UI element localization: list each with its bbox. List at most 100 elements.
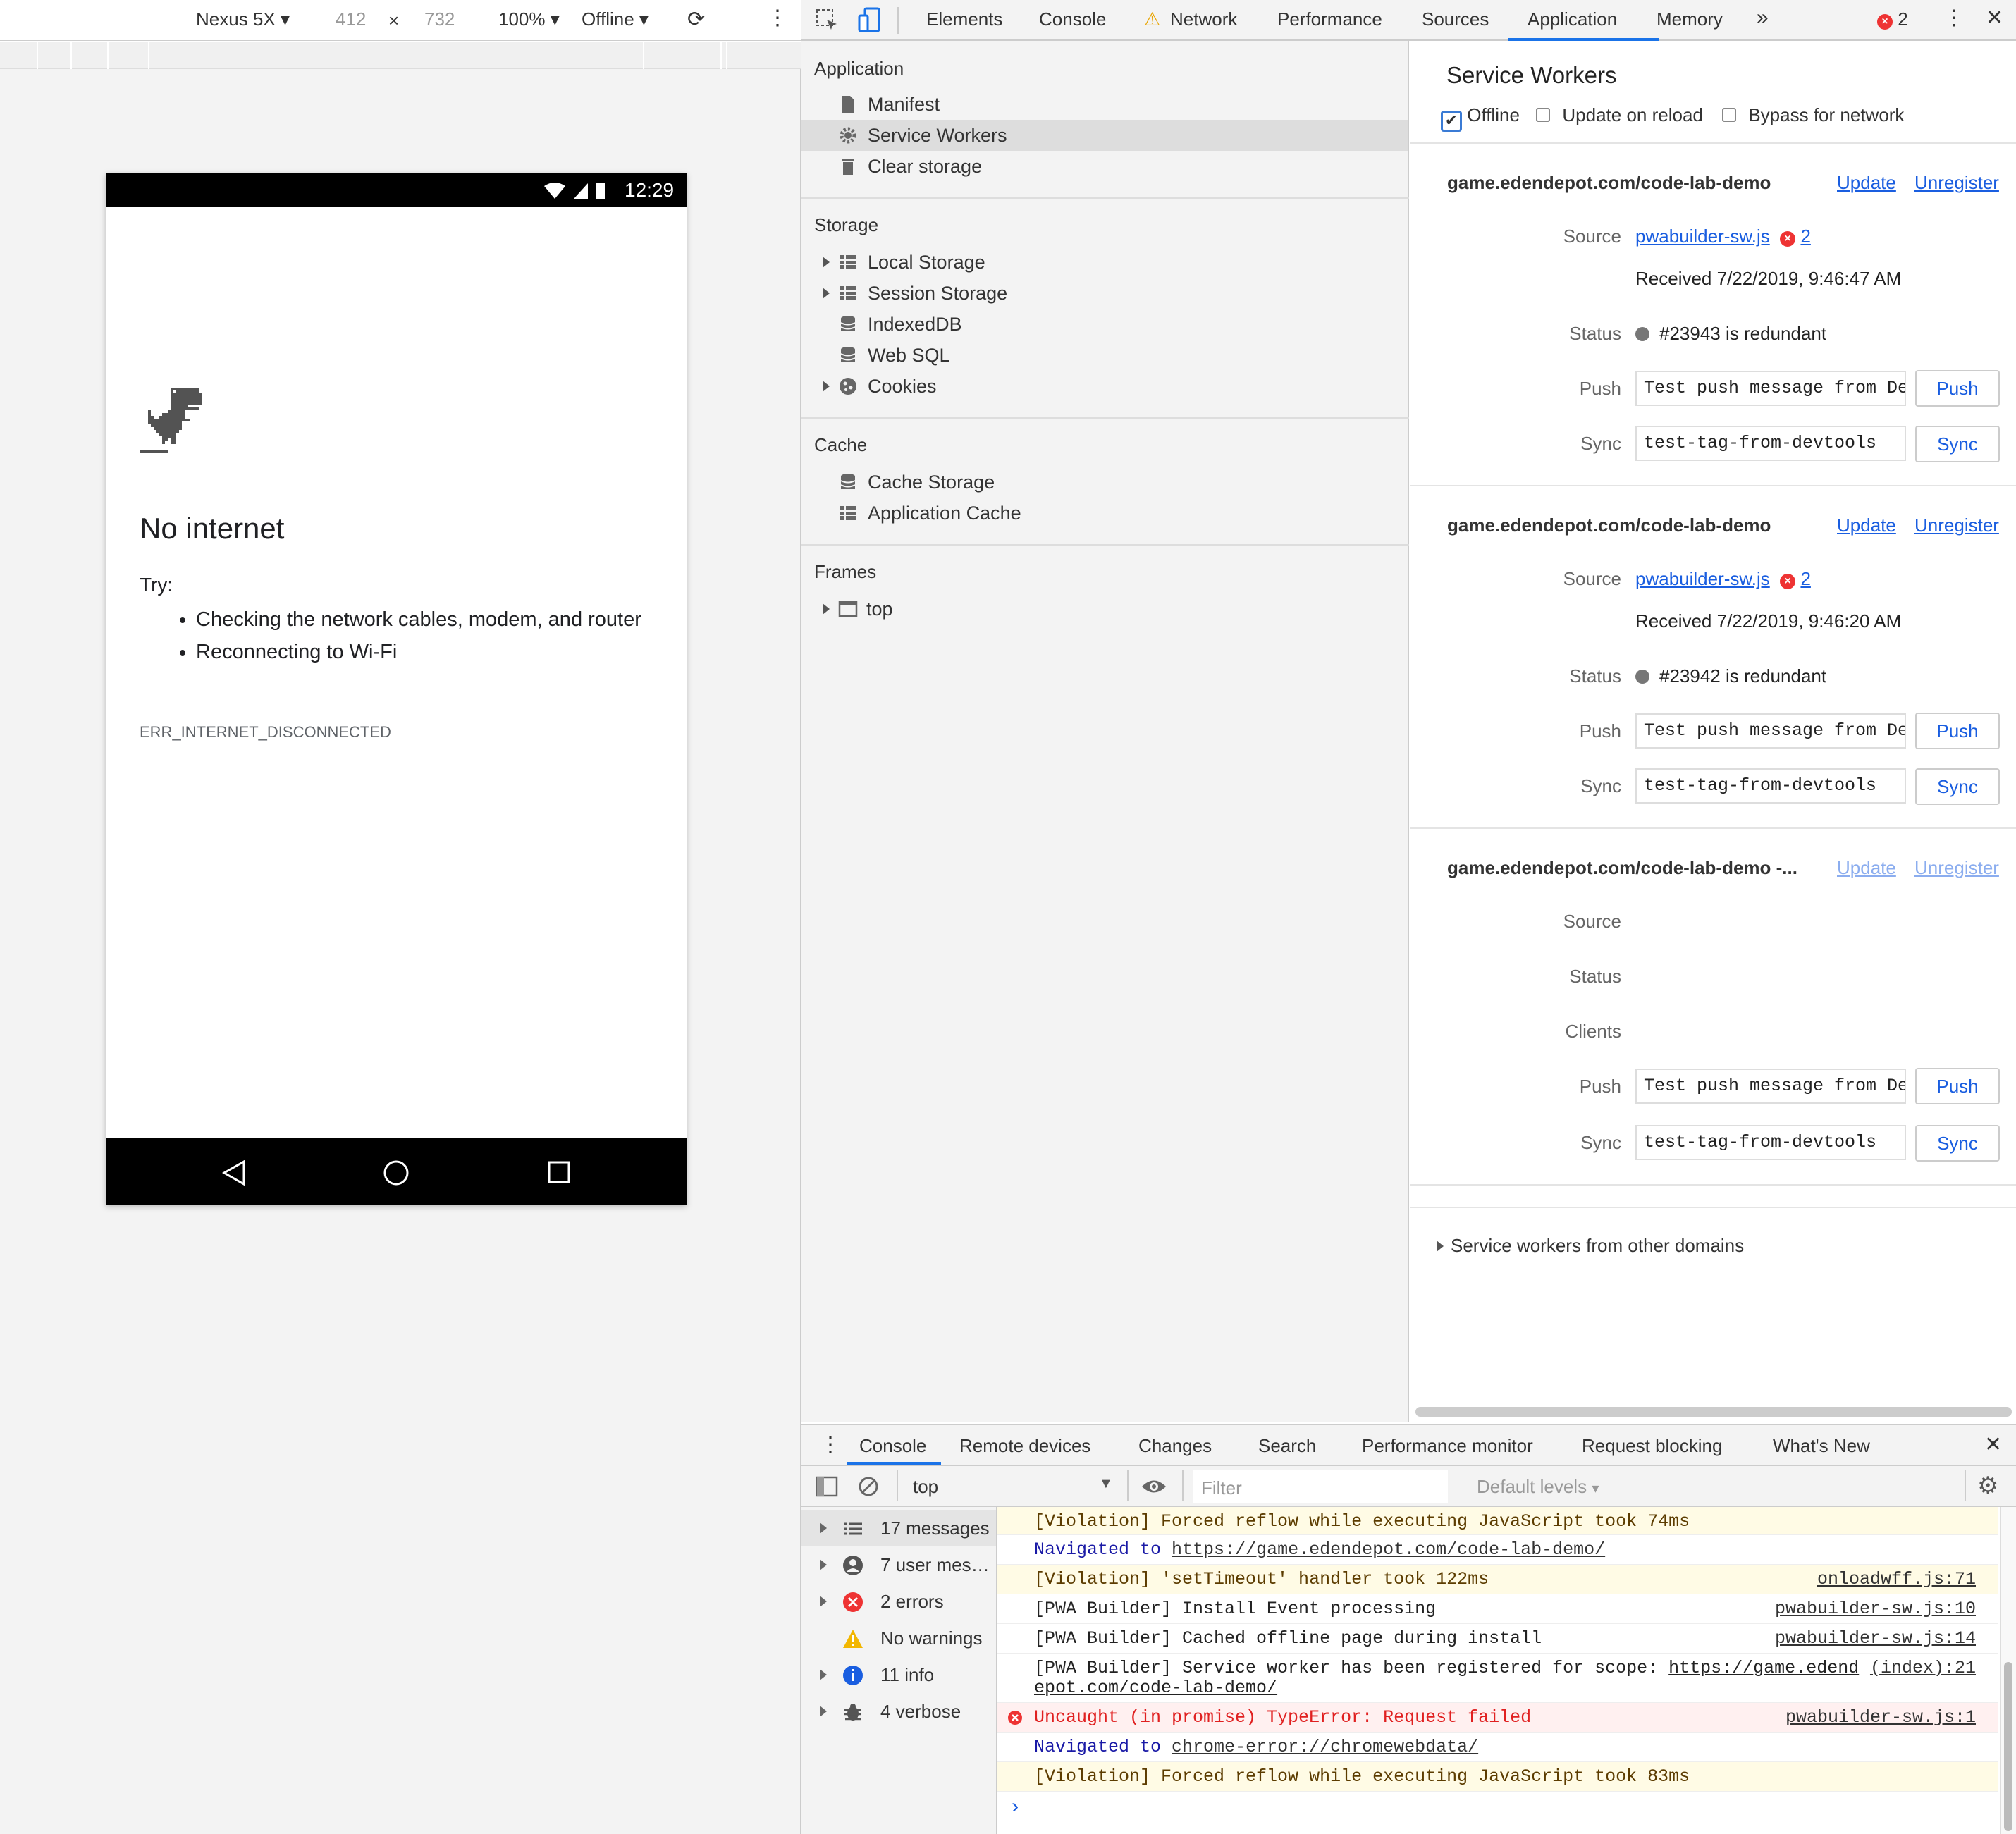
offline-checkbox[interactable]: ✔ (1441, 111, 1462, 132)
close-icon[interactable]: ✕ (1986, 6, 2003, 30)
bypass-network-checkbox[interactable] (1722, 108, 1737, 122)
tab-console[interactable]: Console (1039, 8, 1106, 30)
throttle-select[interactable]: Offline ▾ (582, 8, 649, 30)
other-domains-toggle[interactable]: Service workers from other domains (1437, 1235, 1744, 1257)
sidebar-item-local-storage[interactable]: Local Storage (801, 247, 1408, 278)
sidebar-item-cache-storage[interactable]: Cache Storage (801, 467, 1408, 498)
height-input[interactable]: 732 (424, 8, 455, 30)
tab-changes[interactable]: Changes (1138, 1435, 1212, 1457)
update-link[interactable]: Update (1837, 515, 1896, 536)
push-input[interactable]: Test push message from DevTools. (1635, 1069, 1906, 1104)
push-button[interactable]: Push (1915, 1068, 2000, 1104)
tab-request-blocking[interactable]: Request blocking (1582, 1435, 1722, 1457)
tab-sources[interactable]: Sources (1422, 8, 1489, 30)
section-frames: Frames (814, 561, 877, 582)
source-link[interactable]: pwabuilder-sw.js (1635, 226, 1770, 247)
width-input[interactable]: 412 (336, 8, 366, 30)
tab-network[interactable]: Network (1170, 8, 1237, 30)
recents-icon[interactable] (547, 1160, 571, 1184)
error-counter[interactable]: × 2 (1877, 8, 1908, 30)
tab-search[interactable]: Search (1258, 1435, 1316, 1457)
source-link[interactable]: pwabuilder-sw.js (1635, 568, 1770, 589)
sidebar-toggle-icon[interactable] (816, 1476, 838, 1497)
url-link[interactable]: https://game.edendepot.com/code-lab-demo… (1172, 1539, 1605, 1560)
tab-application[interactable]: Application (1528, 8, 1617, 30)
tab-console[interactable]: Console (859, 1435, 926, 1457)
status-label: Status (1569, 323, 1621, 344)
console-scrollbar[interactable] (2000, 1507, 2016, 1834)
tab-whats-new[interactable]: What's New (1773, 1435, 1870, 1457)
rotate-icon[interactable]: ⟳ (687, 7, 705, 32)
more-tabs-icon[interactable]: » (1757, 6, 1769, 30)
source-location-link[interactable]: onloadwff.js:71 (1817, 1569, 1976, 1589)
chevron-down-icon[interactable]: ▼ (1099, 1476, 1113, 1492)
sidebar-item-user-messages[interactable]: 7 user mes… (801, 1546, 996, 1583)
sidebar-item-warnings[interactable]: No warnings (801, 1620, 996, 1656)
error-count-link[interactable]: 2 (1800, 568, 1810, 589)
sync-button[interactable]: Sync (1915, 426, 2000, 462)
sidebar-item-session-storage[interactable]: Session Storage (801, 278, 1408, 309)
source-location-link[interactable]: (index):21 (1870, 1658, 1976, 1678)
settings-menu-icon[interactable]: ⋮ (1943, 6, 1965, 30)
sync-input[interactable]: test-tag-from-devtools (1635, 1125, 1906, 1160)
sidebar-item-manifest[interactable]: Manifest (801, 89, 1408, 120)
update-link[interactable]: Update (1837, 172, 1896, 194)
context-select-value[interactable]: top (913, 1476, 938, 1498)
unregister-link[interactable]: Unregister (1914, 857, 1999, 879)
drawer-menu-icon[interactable]: ⋮ (820, 1432, 841, 1457)
source-location-link[interactable]: pwabuilder-sw.js:1 (1785, 1707, 1976, 1728)
sidebar-item-messages[interactable]: 17 messages (801, 1510, 996, 1546)
console-prompt[interactable]: › (997, 1792, 1998, 1834)
sync-input[interactable]: test-tag-from-devtools (1635, 768, 1906, 804)
error-count-link[interactable]: 2 (1800, 226, 1810, 247)
close-drawer-icon[interactable]: ✕ (1984, 1432, 2002, 1457)
unregister-link[interactable]: Unregister (1914, 172, 1999, 194)
more-icon[interactable]: ⋮ (767, 6, 788, 30)
sidebar-item-cookies[interactable]: Cookies (801, 371, 1408, 402)
clear-console-icon[interactable] (858, 1476, 879, 1497)
log-levels-select[interactable]: Default levels ▾ (1477, 1476, 1599, 1498)
console-settings-icon[interactable]: ⚙ (1977, 1472, 1998, 1500)
home-icon[interactable] (382, 1159, 410, 1187)
device-select[interactable]: Nexus 5X ▾ (196, 8, 290, 30)
sync-input[interactable]: test-tag-from-devtools (1635, 426, 1906, 461)
sidebar-item-application-cache[interactable]: Application Cache (801, 498, 1408, 529)
source-location-link[interactable]: pwabuilder-sw.js:10 (1775, 1599, 1976, 1619)
sidebar-item-service-workers[interactable]: Service Workers (801, 120, 1408, 151)
update-link[interactable]: Update (1837, 857, 1896, 879)
device-viewport[interactable]: 12:29 No internet Try: Checking the netw… (106, 173, 687, 1205)
filter-input[interactable]: Filter (1193, 1470, 1448, 1503)
horizontal-scrollbar[interactable] (1415, 1407, 2012, 1417)
sidebar-item-indexeddb[interactable]: IndexedDB (801, 309, 1408, 340)
tab-performance-monitor[interactable]: Performance monitor (1362, 1435, 1533, 1457)
sync-button[interactable]: Sync (1915, 1125, 2000, 1162)
device-toggle-icon[interactable] (858, 7, 882, 34)
sidebar-item-clear-storage[interactable]: Clear storage (801, 151, 1408, 182)
tab-memory[interactable]: Memory (1657, 8, 1723, 30)
push-input[interactable]: Test push message from DevTools. (1635, 713, 1906, 749)
unregister-link[interactable]: Unregister (1914, 515, 1999, 536)
inspect-icon[interactable] (816, 8, 840, 32)
error-icon: × (1877, 14, 1893, 30)
url-link-continued[interactable]: epot.com/code-lab-demo/ (1034, 1678, 1277, 1698)
file-icon (842, 96, 854, 113)
push-button[interactable]: Push (1915, 370, 2000, 407)
push-button[interactable]: Push (1915, 713, 2000, 749)
url-link[interactable]: chrome-error://chromewebdata/ (1172, 1737, 1478, 1757)
sidebar-item-errors[interactable]: 2 errors (801, 1583, 996, 1620)
tab-performance[interactable]: Performance (1277, 8, 1382, 30)
url-link[interactable]: https://game.edend (1668, 1658, 1859, 1678)
sidebar-item-web-sql[interactable]: Web SQL (801, 340, 1408, 371)
tab-remote-devices[interactable]: Remote devices (959, 1435, 1090, 1457)
eye-icon[interactable] (1141, 1476, 1167, 1497)
tab-elements[interactable]: Elements (926, 8, 1002, 30)
source-location-link[interactable]: pwabuilder-sw.js:14 (1775, 1628, 1976, 1649)
sidebar-item-verbose[interactable]: 4 verbose (801, 1693, 996, 1730)
sync-button[interactable]: Sync (1915, 768, 2000, 805)
update-on-reload-checkbox[interactable] (1536, 108, 1551, 122)
sidebar-item-frame-top[interactable]: top (801, 593, 1408, 624)
zoom-select[interactable]: 100% ▾ (498, 8, 560, 30)
push-input[interactable]: Test push message from DevTools. (1635, 371, 1906, 406)
sidebar-item-info[interactable]: 11 info (801, 1656, 996, 1693)
back-icon[interactable] (221, 1160, 247, 1186)
